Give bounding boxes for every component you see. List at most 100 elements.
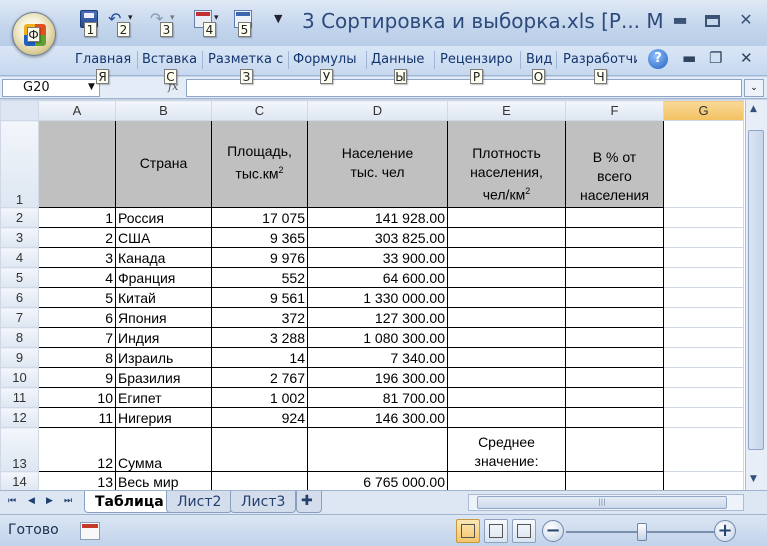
cell[interactable]: 13 bbox=[38, 471, 116, 490]
cell[interactable]: Среднее значение: bbox=[447, 427, 566, 472]
sheet-tab-tablica[interactable]: Таблица bbox=[84, 491, 175, 513]
vertical-scroll-thumb[interactable] bbox=[748, 130, 764, 450]
cell[interactable]: 12 bbox=[38, 427, 116, 472]
tab-data[interactable]: Данные bbox=[371, 52, 424, 67]
horizontal-scroll-thumb[interactable]: ||| bbox=[477, 496, 727, 509]
name-box-dropdown-icon[interactable]: ▼ bbox=[88, 82, 95, 92]
cell[interactable]: 9 976 bbox=[211, 247, 308, 268]
cell[interactable] bbox=[663, 120, 744, 208]
name-box[interactable]: G20 bbox=[2, 79, 100, 97]
cell[interactable] bbox=[565, 427, 664, 472]
cell[interactable]: 4 bbox=[38, 267, 116, 288]
cell[interactable]: 10 bbox=[38, 387, 116, 408]
cell[interactable] bbox=[663, 227, 744, 248]
cell[interactable]: 33 900.00 bbox=[307, 247, 448, 268]
cell[interactable] bbox=[447, 307, 566, 328]
cell[interactable]: Китай bbox=[115, 287, 212, 308]
cell[interactable]: 1 bbox=[38, 207, 116, 228]
cell[interactable] bbox=[447, 267, 566, 288]
cell[interactable] bbox=[565, 471, 664, 490]
cell[interactable] bbox=[447, 287, 566, 308]
cell[interactable] bbox=[565, 307, 664, 328]
tab-insert[interactable]: Вставка bbox=[142, 52, 197, 67]
cell[interactable]: 5 bbox=[38, 287, 116, 308]
cell[interactable]: 924 bbox=[211, 407, 308, 428]
cell[interactable]: 6 bbox=[38, 307, 116, 328]
cell[interactable] bbox=[663, 267, 744, 288]
cell[interactable]: Египет bbox=[115, 387, 212, 408]
zoom-in-button[interactable]: + bbox=[714, 520, 736, 542]
prev-sheet-icon[interactable]: ◀ bbox=[28, 496, 35, 506]
cell[interactable]: 2 bbox=[38, 227, 116, 248]
normal-view-button[interactable] bbox=[456, 519, 480, 543]
cell[interactable]: 146 300.00 bbox=[307, 407, 448, 428]
row-header[interactable]: 13 bbox=[0, 427, 39, 472]
cell[interactable] bbox=[663, 471, 744, 490]
sheet-tab-list3[interactable]: Лист3 bbox=[230, 491, 297, 513]
worksheet-grid[interactable]: A B C D E F G 1 Страна Площадь, тыс.км2 Н… bbox=[0, 100, 745, 490]
ribbon-minimize-button[interactable]: ▬ bbox=[682, 49, 696, 67]
maximize-button[interactable] bbox=[698, 10, 726, 30]
cell[interactable] bbox=[663, 247, 744, 268]
cell[interactable] bbox=[38, 120, 116, 208]
cell[interactable]: 7 340.00 bbox=[307, 347, 448, 368]
page-layout-view-button[interactable] bbox=[484, 519, 508, 543]
cell[interactable] bbox=[447, 347, 566, 368]
column-header[interactable]: C bbox=[211, 100, 308, 121]
tab-view[interactable]: Вид bbox=[526, 52, 552, 67]
help-icon[interactable]: ? bbox=[648, 49, 668, 69]
column-header-selected[interactable]: G bbox=[663, 100, 744, 121]
cell[interactable] bbox=[447, 327, 566, 348]
cell[interactable]: 14 bbox=[211, 347, 308, 368]
sheet-tab-list2[interactable]: Лист2 bbox=[166, 491, 233, 513]
cell[interactable] bbox=[565, 207, 664, 228]
page-break-view-button[interactable] bbox=[512, 519, 536, 543]
expand-formula-bar-icon[interactable]: ⌄ bbox=[744, 79, 764, 97]
cell[interactable] bbox=[211, 471, 308, 490]
cell[interactable]: 9 365 bbox=[211, 227, 308, 248]
cell[interactable] bbox=[663, 307, 744, 328]
cell[interactable]: 7 bbox=[38, 327, 116, 348]
cell[interactable]: Население тыс. чел bbox=[307, 120, 448, 208]
cell[interactable]: 1 002 bbox=[211, 387, 308, 408]
cell[interactable] bbox=[565, 387, 664, 408]
cell[interactable]: Канада bbox=[115, 247, 212, 268]
cell[interactable] bbox=[565, 327, 664, 348]
cell[interactable]: 6 765 000.00 bbox=[307, 471, 448, 490]
cell[interactable]: Япония bbox=[115, 307, 212, 328]
close-button[interactable]: ✕ bbox=[732, 10, 760, 30]
column-header[interactable]: A bbox=[38, 100, 116, 121]
tab-formulas[interactable]: Формулы bbox=[293, 52, 356, 67]
select-all-corner[interactable] bbox=[0, 100, 39, 121]
zoom-out-button[interactable]: − bbox=[542, 520, 564, 542]
cell[interactable]: 64 600.00 bbox=[307, 267, 448, 288]
ribbon-close-button[interactable]: ✕ bbox=[740, 49, 753, 67]
row-header[interactable]: 6 bbox=[0, 287, 39, 308]
cell[interactable]: 8 bbox=[38, 347, 116, 368]
cell[interactable] bbox=[663, 367, 744, 388]
row-header[interactable]: 7 bbox=[0, 307, 39, 328]
cell[interactable] bbox=[307, 427, 448, 472]
first-sheet-icon[interactable]: ⏮ bbox=[8, 496, 16, 506]
customize-qat-icon[interactable]: ▼ bbox=[274, 12, 282, 25]
cell[interactable] bbox=[663, 427, 744, 472]
cell[interactable] bbox=[447, 387, 566, 408]
tab-page-layout[interactable]: Разметка с bbox=[208, 52, 283, 67]
cell[interactable] bbox=[447, 367, 566, 388]
cell[interactable] bbox=[447, 247, 566, 268]
row-header[interactable]: 1 bbox=[0, 120, 39, 208]
cell[interactable]: Бразилия bbox=[115, 367, 212, 388]
cell[interactable] bbox=[663, 287, 744, 308]
column-header[interactable]: F bbox=[565, 100, 664, 121]
scroll-down-icon[interactable]: ▼ bbox=[750, 474, 757, 484]
cell[interactable] bbox=[565, 347, 664, 368]
ribbon-restore-button[interactable]: ❐ bbox=[709, 49, 722, 67]
cell[interactable]: 2 767 bbox=[211, 367, 308, 388]
row-header[interactable]: 5 bbox=[0, 267, 39, 288]
cell[interactable] bbox=[565, 227, 664, 248]
tab-home[interactable]: Главная bbox=[75, 52, 131, 67]
row-header[interactable]: 3 bbox=[0, 227, 39, 248]
tab-review[interactable]: Рецензиро bbox=[440, 52, 513, 67]
row-header[interactable]: 2 bbox=[0, 207, 39, 228]
row-header[interactable]: 12 bbox=[0, 407, 39, 428]
